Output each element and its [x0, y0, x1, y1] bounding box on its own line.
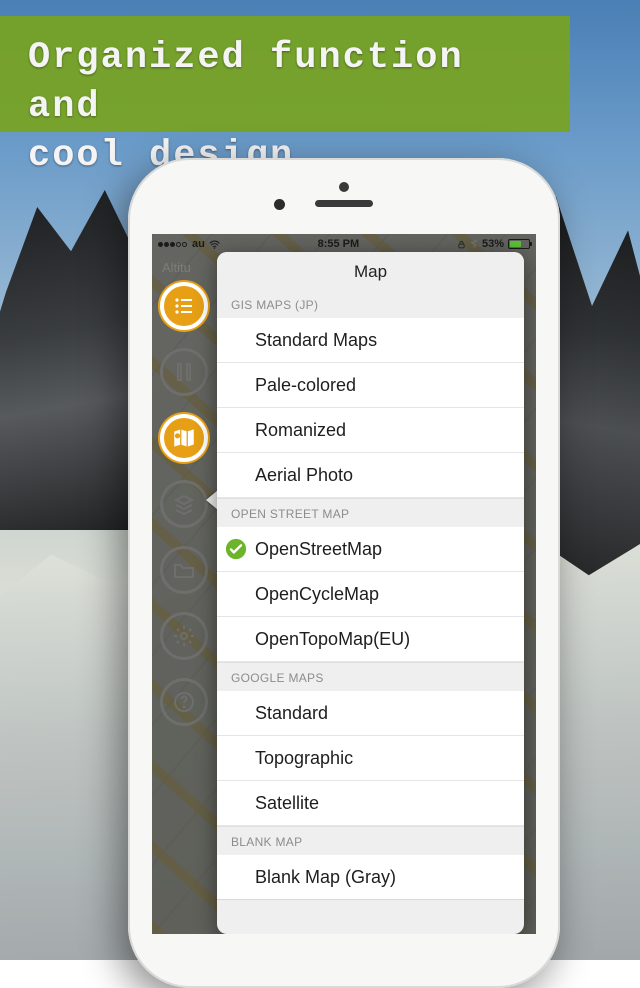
tools-button[interactable]: [160, 348, 208, 396]
option-label: OpenCycleMap: [255, 584, 379, 605]
map-option-standard-maps[interactable]: Standard Maps: [217, 318, 524, 363]
option-label: Romanized: [255, 420, 346, 441]
battery-pct: 53%: [482, 238, 504, 250]
phone-frame: au 8:55 PM 53%: [128, 158, 560, 988]
option-label: Satellite: [255, 793, 319, 814]
ios-status-bar: au 8:55 PM 53%: [152, 234, 536, 254]
map-layers-icon: [171, 425, 197, 451]
status-time: 8:55 PM: [318, 238, 360, 250]
option-label: Aerial Photo: [255, 465, 353, 486]
option-label: Standard Maps: [255, 330, 377, 351]
phone-speaker-icon: [315, 200, 373, 207]
gear-icon: [172, 624, 196, 648]
option-label: Pale-colored: [255, 375, 356, 396]
menu-icon: [172, 294, 196, 318]
map-popover: Map GIS MAPS (JP) Standard Maps Pale-col…: [217, 252, 524, 934]
map-layers-button[interactable]: [160, 414, 208, 462]
map-option-google-standard[interactable]: Standard: [217, 691, 524, 736]
option-label: OpenStreetMap: [255, 539, 382, 560]
promo-headline-1: Organized function and: [28, 37, 464, 128]
map-option-romanized[interactable]: Romanized: [217, 408, 524, 453]
menu-button[interactable]: [160, 282, 208, 330]
option-label: Blank Map (Gray): [255, 867, 396, 888]
section-header-osm: OPEN STREET MAP: [217, 498, 524, 527]
map-option-pale-colored[interactable]: Pale-colored: [217, 363, 524, 408]
section-header-blank: BLANK MAP: [217, 826, 524, 855]
folder-button[interactable]: [160, 546, 208, 594]
option-label: OpenTopoMap(EU): [255, 629, 410, 650]
stack-icon: [172, 492, 196, 516]
phone-screen: au 8:55 PM 53%: [152, 234, 536, 934]
help-icon: [172, 690, 196, 714]
signal-dots-icon: [158, 238, 188, 250]
option-label: Topographic: [255, 748, 353, 769]
map-option-blank-gray[interactable]: Blank Map (Gray): [217, 855, 524, 900]
phone-sensor-icon: [339, 182, 349, 192]
side-rail: [160, 282, 208, 726]
map-option-aerial-photo[interactable]: Aerial Photo: [217, 453, 524, 498]
popover-list[interactable]: GIS MAPS (JP) Standard Maps Pale-colored…: [217, 290, 524, 934]
stack-button[interactable]: [160, 480, 208, 528]
map-option-google-satellite[interactable]: Satellite: [217, 781, 524, 826]
map-option-opentopomap[interactable]: OpenTopoMap(EU): [217, 617, 524, 662]
carrier-label: au: [192, 238, 205, 250]
map-option-opencyclemap[interactable]: OpenCycleMap: [217, 572, 524, 617]
map-option-openstreetmap[interactable]: OpenStreetMap: [217, 527, 524, 572]
promo-banner: Organized function and cool design.: [0, 16, 570, 132]
battery-icon: [508, 239, 530, 249]
check-icon: [225, 538, 247, 560]
help-button[interactable]: [160, 678, 208, 726]
section-header-google: GOOGLE MAPS: [217, 662, 524, 691]
option-label: Standard: [255, 703, 328, 724]
gear-button[interactable]: [160, 612, 208, 660]
wifi-icon: [209, 239, 220, 250]
bluetooth-icon: [470, 238, 478, 250]
lock-icon: [457, 239, 466, 250]
map-option-google-topographic[interactable]: Topographic: [217, 736, 524, 781]
section-header-gis: GIS MAPS (JP): [217, 290, 524, 318]
tools-icon: [172, 360, 196, 384]
popover-title: Map: [217, 252, 524, 290]
phone-camera-icon: [274, 199, 285, 210]
folder-icon: [172, 558, 196, 582]
